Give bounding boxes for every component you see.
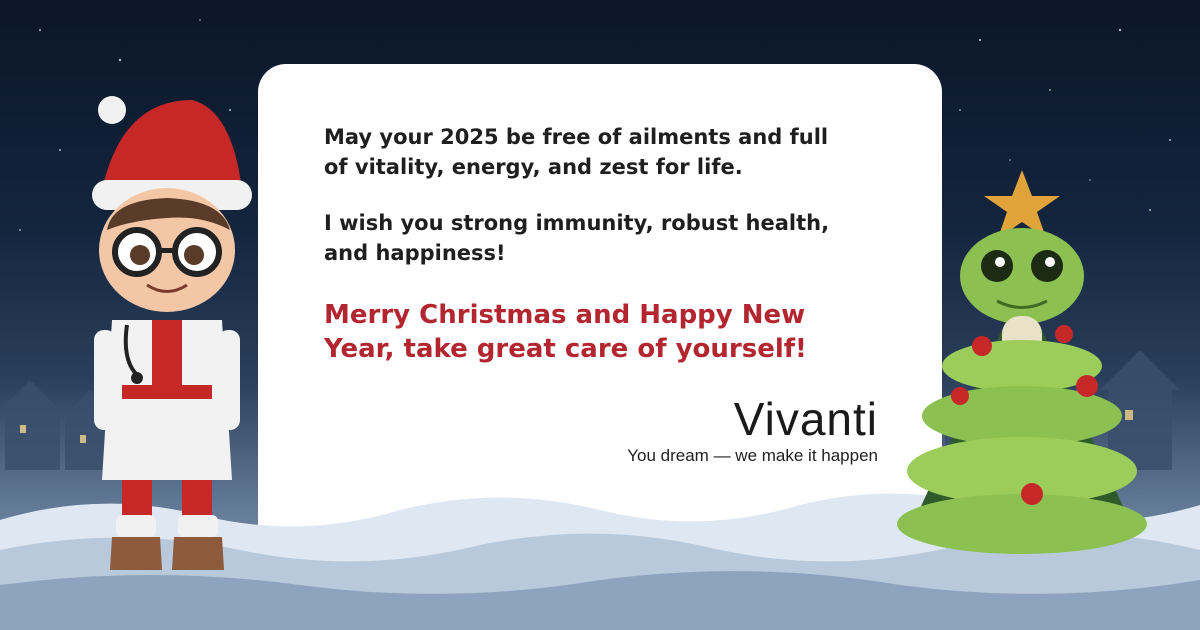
brand-tagline: You dream — we make it happen: [627, 446, 878, 465]
greeting-card-scene: May your 2025 be free of ailments and fu…: [0, 0, 1200, 630]
holiday-greeting: Merry Christmas and Happy New Year, take…: [324, 300, 807, 364]
wish-paragraph-1: May your 2025 be free of ailments and fu…: [324, 125, 829, 179]
vivanti-logo: Vivanti: [733, 393, 878, 445]
wish-paragraph-2: I wish you strong immunity, robust healt…: [324, 211, 830, 265]
snake-christmas-tree-illustration: [897, 170, 1147, 554]
doctor-character-illustration: [92, 96, 252, 570]
